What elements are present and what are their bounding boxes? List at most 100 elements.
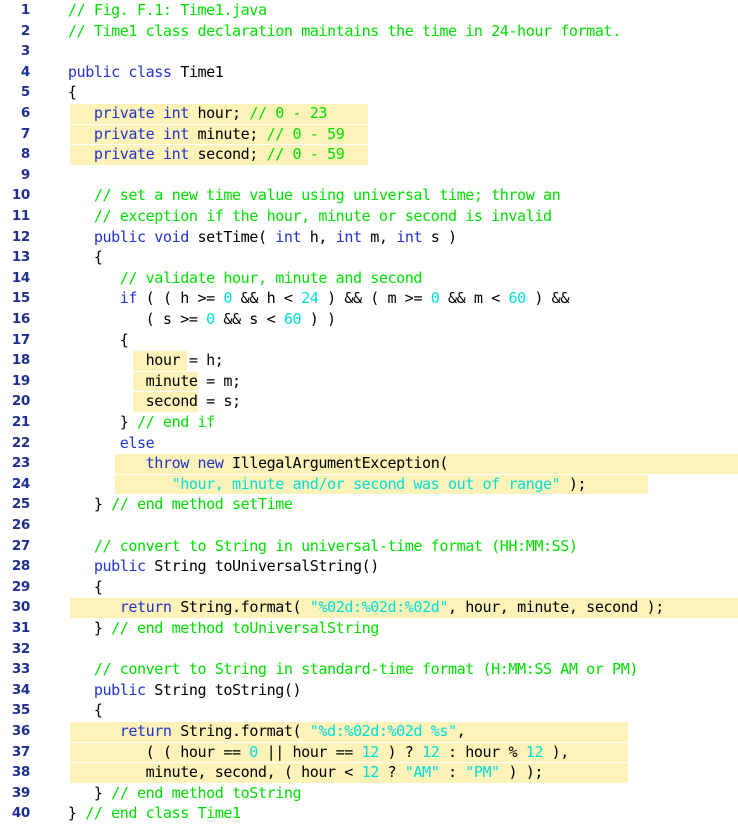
code-token-pln: ?	[378, 763, 405, 782]
code-text: } // end class Time1	[42, 803, 241, 824]
code-line: 11 // exception if the hour, minute or s…	[0, 206, 738, 227]
code-token-pln: ,	[456, 722, 466, 740]
code-line: 33 // convert to String in standard-time…	[0, 659, 738, 680]
code-token-pln: setTime(	[188, 227, 276, 246]
code-line: 38 minute, second, ( hour < 12 ? "AM" : …	[0, 762, 738, 783]
code-line: 37 ( ( hour == 0 || hour == 12 ) ? 12 : …	[0, 742, 738, 763]
code-line: 5 {	[0, 82, 738, 103]
code-token-pln	[42, 1, 68, 19]
code-token-pln: m,	[361, 227, 397, 246]
code-token-cmt: // set a new time value using universal …	[93, 186, 561, 205]
code-token-pln: String toUniversalString()	[145, 557, 379, 576]
code-token-pln	[42, 269, 120, 287]
code-token-pln: {	[42, 701, 103, 720]
code-token-cmt: // convert to String in universal-time f…	[93, 536, 578, 555]
code-token-pln: String.format(	[171, 722, 310, 740]
code-token-kw: return	[119, 722, 172, 740]
code-line: 15 if ( ( h >= 0 && h < 24 ) && ( m >= 0…	[0, 288, 738, 309]
code-token-pln: {	[42, 248, 103, 267]
code-token-pln: hour = h;	[42, 351, 224, 370]
line-number: 15	[11, 290, 30, 307]
code-line: 13 {	[0, 247, 738, 268]
code-token-pln: second;	[188, 145, 267, 164]
code-token-pln: ) && ( m >=	[318, 289, 431, 308]
code-token-pln: ) );	[499, 763, 544, 782]
code-token-pln: ) &&	[525, 289, 569, 308]
code-line: 10 // set a new time value using univers…	[0, 185, 738, 206]
code-token-pln	[42, 660, 94, 678]
code-token-cmt: // Fig. F.1: Time1.java	[67, 1, 267, 19]
code-text: // exception if the hour, minute or seco…	[42, 206, 552, 227]
code-text: if ( ( h >= 0 && h < 24 ) && ( m >= 0 &&…	[42, 288, 570, 309]
code-token-pln: : hour %	[439, 742, 526, 761]
code-token-cmt: // 0 - 23	[249, 104, 328, 122]
code-token-pln: String.format(	[171, 598, 310, 617]
code-token-cmt: // end if	[137, 413, 215, 431]
code-text: public void setTime( int h, int m, int s…	[42, 227, 457, 248]
line-number: 9	[20, 166, 30, 183]
line-number: 14	[11, 269, 30, 286]
code-token-pln: );	[560, 474, 587, 493]
code-token-pln	[42, 289, 120, 307]
code-listing: 1 // Fig. F.1: Time1.java 2 // Time1 clas…	[0, 0, 738, 829]
code-text: else	[42, 433, 155, 454]
code-token-pln	[42, 475, 172, 493]
line-number: 8	[20, 146, 30, 163]
code-line: 30 return String.format( "%02d:%02d:%02d…	[0, 597, 738, 618]
line-number: 26	[11, 517, 30, 533]
line-number: 7	[20, 125, 30, 142]
code-token-kw: int	[275, 227, 302, 246]
code-token-pln	[42, 681, 94, 699]
code-token-pln	[42, 186, 94, 204]
code-line: 1 // Fig. F.1: Time1.java	[0, 0, 738, 21]
code-token-pln	[42, 537, 94, 555]
line-number: 17	[11, 331, 30, 348]
code-token-pln: {	[42, 577, 103, 596]
code-token-pln: }	[42, 783, 112, 802]
code-token-kw: private int	[93, 104, 189, 122]
code-line: 35 {	[0, 700, 738, 721]
code-text: {	[42, 700, 103, 721]
code-text: public String toUniversalString()	[42, 556, 379, 577]
code-text: // Time1 class declaration maintains the…	[42, 21, 621, 42]
code-token-pln	[42, 145, 94, 163]
code-text: // convert to String in standard-time fo…	[42, 659, 639, 680]
code-token-pln: {	[42, 330, 129, 349]
line-number: 21	[11, 414, 30, 430]
code-token-num: 12	[422, 742, 440, 761]
code-token-pln: }	[42, 413, 138, 431]
code-text: private int hour; // 0 - 23	[42, 103, 328, 124]
code-text: minute, second, ( hour < 12 ? "AM" : "PM…	[42, 762, 544, 783]
line-number: 13	[11, 249, 30, 266]
code-text: ( s >= 0 && s < 60 ) )	[42, 309, 337, 330]
code-token-pln	[42, 104, 94, 122]
code-token-num: 12	[361, 763, 380, 782]
code-line: 22 else	[0, 433, 738, 454]
code-token-num: 0	[223, 289, 233, 308]
code-text: throw new IllegalArgumentException(	[42, 453, 449, 474]
code-text: "hour, minute and/or second was out of r…	[42, 474, 587, 495]
code-line: 24 "hour, minute and/or second was out o…	[0, 474, 738, 495]
code-token-pln: }	[42, 619, 112, 637]
code-text: // convert to String in universal-time f…	[42, 536, 578, 557]
code-line: 12 public void setTime( int h, int m, in…	[0, 227, 738, 248]
code-token-kw: private int	[93, 145, 189, 164]
code-token-kw: private int	[93, 124, 189, 143]
code-line: 14 // validate hour, minute and second	[0, 268, 738, 289]
code-token-cmt: // exception if the hour, minute or seco…	[93, 207, 552, 225]
code-text: hour = h;	[42, 350, 224, 371]
code-line: 3	[0, 41, 738, 62]
code-text: return String.format( "%02d:%02d:%02d", …	[42, 597, 665, 618]
line-number: 31	[11, 620, 30, 636]
code-token-pln	[42, 598, 120, 616]
code-token-kw: public	[93, 680, 146, 699]
code-token-pln	[42, 63, 68, 81]
code-token-kw: throw new	[145, 454, 224, 473]
code-token-pln: }	[42, 804, 86, 823]
code-line: 34 public String toString()	[0, 680, 738, 701]
line-number: 25	[11, 496, 30, 513]
line-number: 30	[11, 599, 30, 616]
code-line: 20 second = s;	[0, 391, 738, 412]
code-token-num: 0	[249, 742, 258, 761]
code-token-str: "AM"	[404, 763, 440, 782]
